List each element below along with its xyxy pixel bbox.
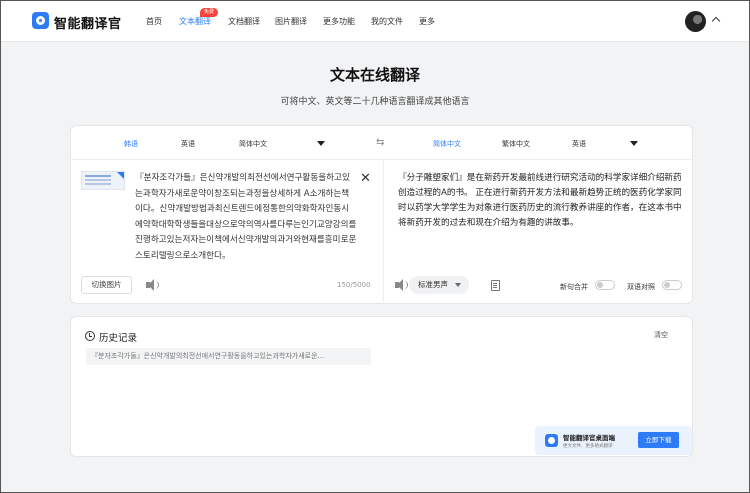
clear-history-button[interactable]: 清空	[654, 330, 668, 340]
free-badge: 免费	[200, 8, 218, 17]
history-item[interactable]: 『분자조각가들』은신약개발의최전선에서연구활동을하고있는과학자가새로운...	[86, 348, 371, 365]
user-avatar[interactable]	[685, 11, 706, 32]
promo-title: 智能翻译官桌面端	[563, 434, 615, 442]
bilingual-label: 双语对照	[627, 283, 655, 291]
nav-home[interactable]: 首页	[146, 16, 162, 27]
close-icon[interactable]: ✕	[360, 171, 371, 186]
source-lang-simplified-chinese[interactable]: 简体中文	[239, 139, 267, 149]
nav-more[interactable]: 更多	[419, 16, 435, 27]
source-text[interactable]: 『분자조각가들』은신약개발의최전선에서연구활동을하고있는과학자가새로운약이창조되…	[135, 171, 357, 264]
desktop-promo: 智能翻译官桌面端 更大文件、更多格式翻译 立即下载	[535, 426, 692, 455]
source-lang-english[interactable]: 英语	[181, 139, 195, 149]
target-speaker-icon[interactable]	[395, 279, 408, 291]
target-lang-english[interactable]: 英语	[572, 139, 586, 149]
page-title: 文本在线翻译	[329, 66, 420, 84]
target-lang-traditional-chinese[interactable]: 繁体中文	[502, 139, 530, 149]
top-header: 智能翻译官 首页 文本翻译 免费 文档翻译 图片翻译 更多功能 我的文件 更多	[1, 1, 749, 42]
merge-sentences-toggle[interactable]	[595, 280, 615, 290]
speaker-icon[interactable]	[146, 279, 159, 291]
clock-icon	[85, 331, 95, 341]
nav-more-features[interactable]: 更多功能	[323, 16, 355, 27]
history-title: 历史记录	[99, 333, 138, 344]
download-button[interactable]: 立即下载	[638, 432, 679, 448]
copy-icon[interactable]	[491, 280, 500, 291]
target-lang-dropdown-icon[interactable]	[630, 141, 638, 146]
translation-result: 『分子雕塑家们』是在新药开发最前线进行研究活动的科学家详细介绍新药创造过程的A的…	[398, 173, 682, 228]
voice-label: 标准男声	[418, 280, 448, 289]
char-count: 150/5000	[337, 281, 371, 289]
brand-name[interactable]: 智能翻译官	[54, 13, 122, 32]
nav-image-translate[interactable]: 图片翻译	[275, 16, 307, 27]
nav-text-translate[interactable]: 文本翻译	[179, 16, 211, 27]
voice-select[interactable]: 标准男声	[409, 276, 469, 294]
nav-my-files[interactable]: 我的文件	[371, 16, 403, 27]
source-lang-dropdown-icon[interactable]	[317, 141, 325, 146]
chevron-down-icon	[455, 283, 461, 287]
source-lang-korean[interactable]: 韩语	[124, 139, 138, 149]
page-subtitle: 可将中文、英文等二十几种语言翻译成其他语言	[280, 97, 470, 107]
nav-doc-translate[interactable]: 文档翻译	[228, 16, 260, 27]
promo-subtitle: 更大文件、更多格式翻译	[563, 444, 613, 449]
app-logo-icon[interactable]	[32, 12, 49, 29]
language-bar: 韩语 英语 简体中文 ⇆ 简体中文 繁体中文 英语	[71, 126, 692, 160]
merge-sentences-label: 新句合并	[560, 283, 588, 291]
desktop-app-icon	[545, 434, 558, 447]
panel-divider	[383, 160, 384, 304]
target-lang-simplified-chinese[interactable]: 简体中文	[433, 139, 461, 149]
swap-languages-icon[interactable]: ⇆	[376, 137, 384, 148]
image-thumbnail[interactable]	[81, 171, 125, 190]
chevron-up-icon[interactable]	[711, 16, 721, 26]
switch-image-button[interactable]: 切换图片	[81, 276, 132, 294]
bilingual-toggle[interactable]	[662, 280, 682, 290]
translate-card: 韩语 英语 简体中文 ⇆ 简体中文 繁体中文 英语 『분자조각가들』은신약개발의…	[70, 125, 693, 304]
